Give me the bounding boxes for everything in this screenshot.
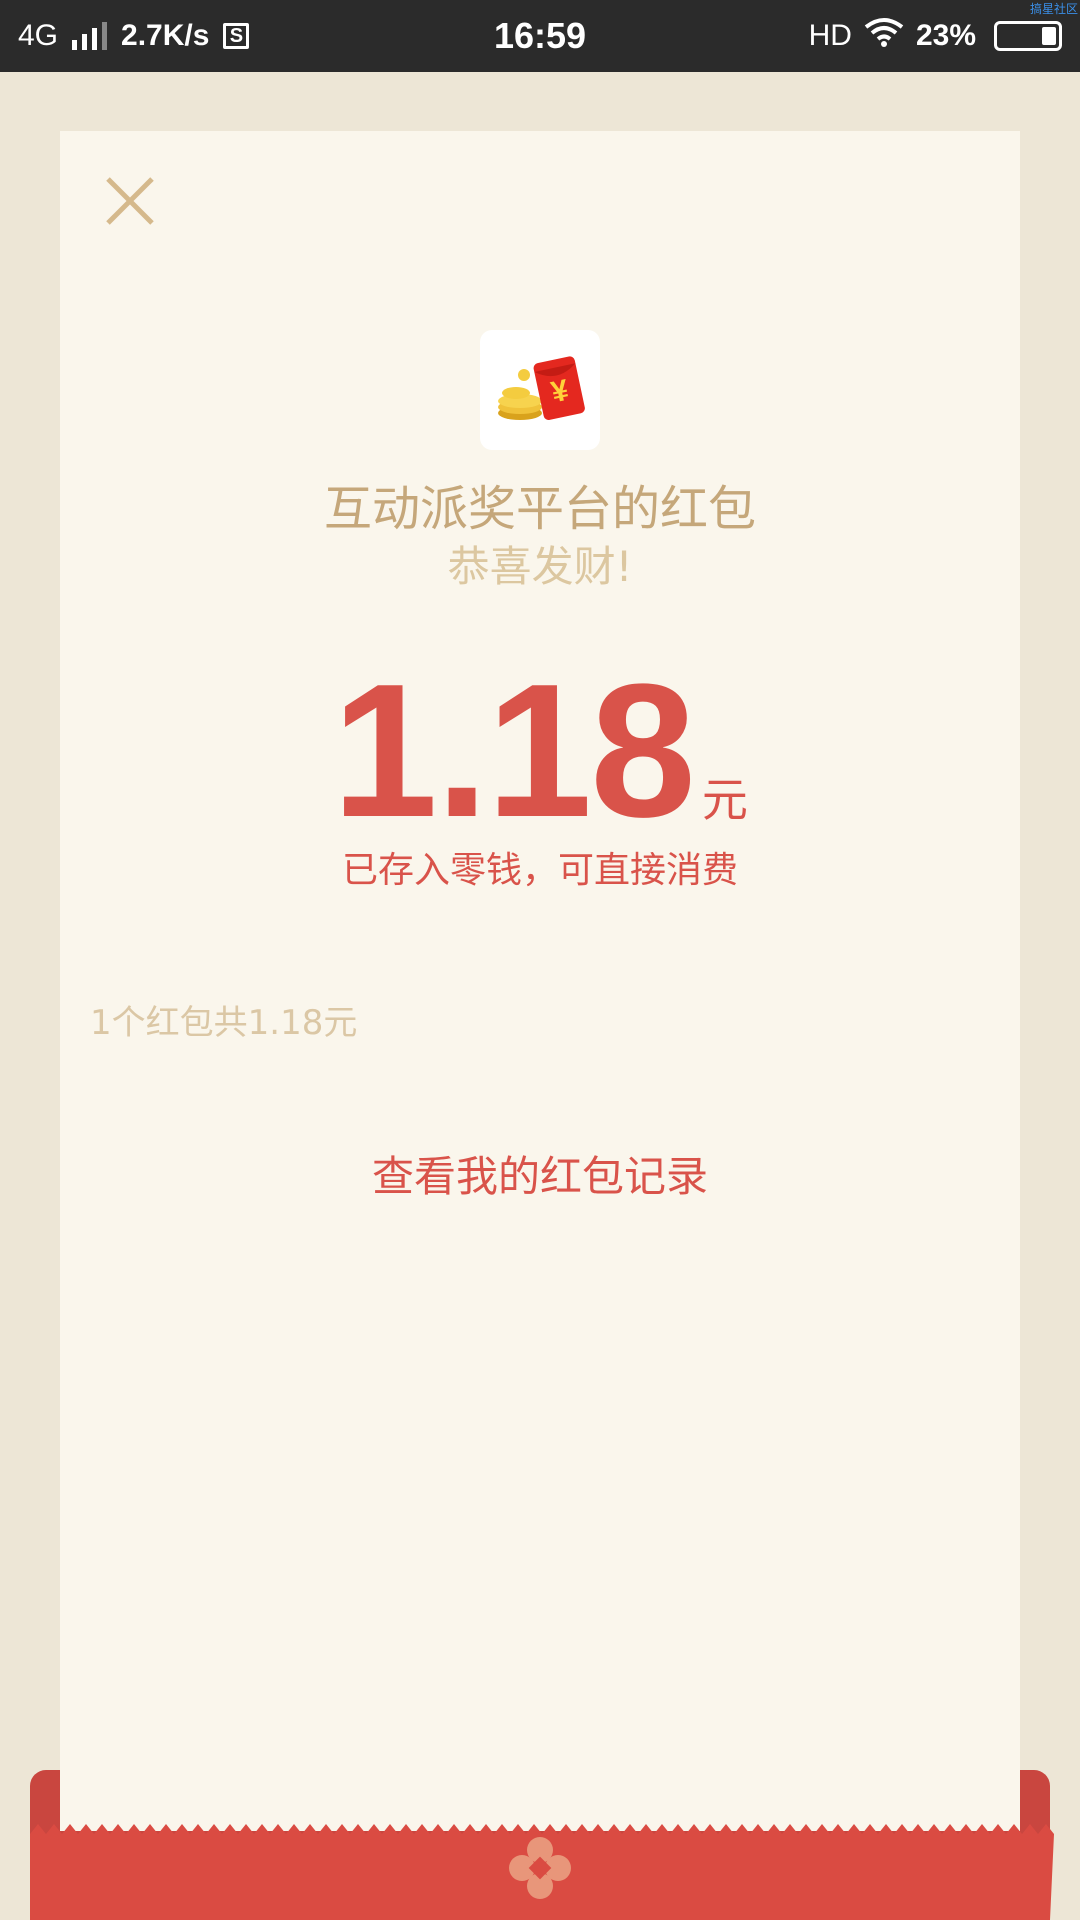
status-bar: 4G 2.7K/s S 16:59 HD 23% 搞星社区 xyxy=(0,0,1080,72)
battery-percent: 23% xyxy=(915,19,976,52)
red-envelope-detail-card: ¥ 互动派奖平台的红包 恭喜发财! 1.18 元 已存入零钱，可直接消费 1个红… xyxy=(60,131,1020,1831)
wifi-icon xyxy=(864,17,904,55)
close-icon[interactable] xyxy=(100,171,160,231)
flower-emblem-icon xyxy=(508,1836,572,1900)
signal-icon xyxy=(72,22,108,50)
network-speed: 2.7K/s xyxy=(121,19,210,52)
amount-row: 1.18 元 xyxy=(60,651,1020,851)
status-bar-right: HD 23% xyxy=(809,0,1062,72)
sender-name: 互动派奖平台的红包 xyxy=(323,481,756,537)
greeting-message: 恭喜发财! xyxy=(447,542,633,591)
view-records-link[interactable]: 查看我的红包记录 xyxy=(60,1143,1020,1204)
deposit-note: 已存入零钱，可直接消费 xyxy=(341,850,738,891)
app-notification-icon: S xyxy=(223,23,250,49)
envelope-summary: 1个红包共1.18元 xyxy=(90,1003,358,1043)
hd-indicator: HD xyxy=(808,19,852,52)
amount-unit: 元 xyxy=(701,773,748,827)
status-bar-left: 4G 2.7K/s S xyxy=(18,0,250,72)
network-type: 4G xyxy=(18,19,59,52)
watermark: 搞星社区 xyxy=(1029,2,1078,16)
amount-value: 1.18 xyxy=(332,645,696,857)
battery-icon xyxy=(994,21,1062,51)
red-envelope-coins-icon: ¥ xyxy=(480,330,600,450)
